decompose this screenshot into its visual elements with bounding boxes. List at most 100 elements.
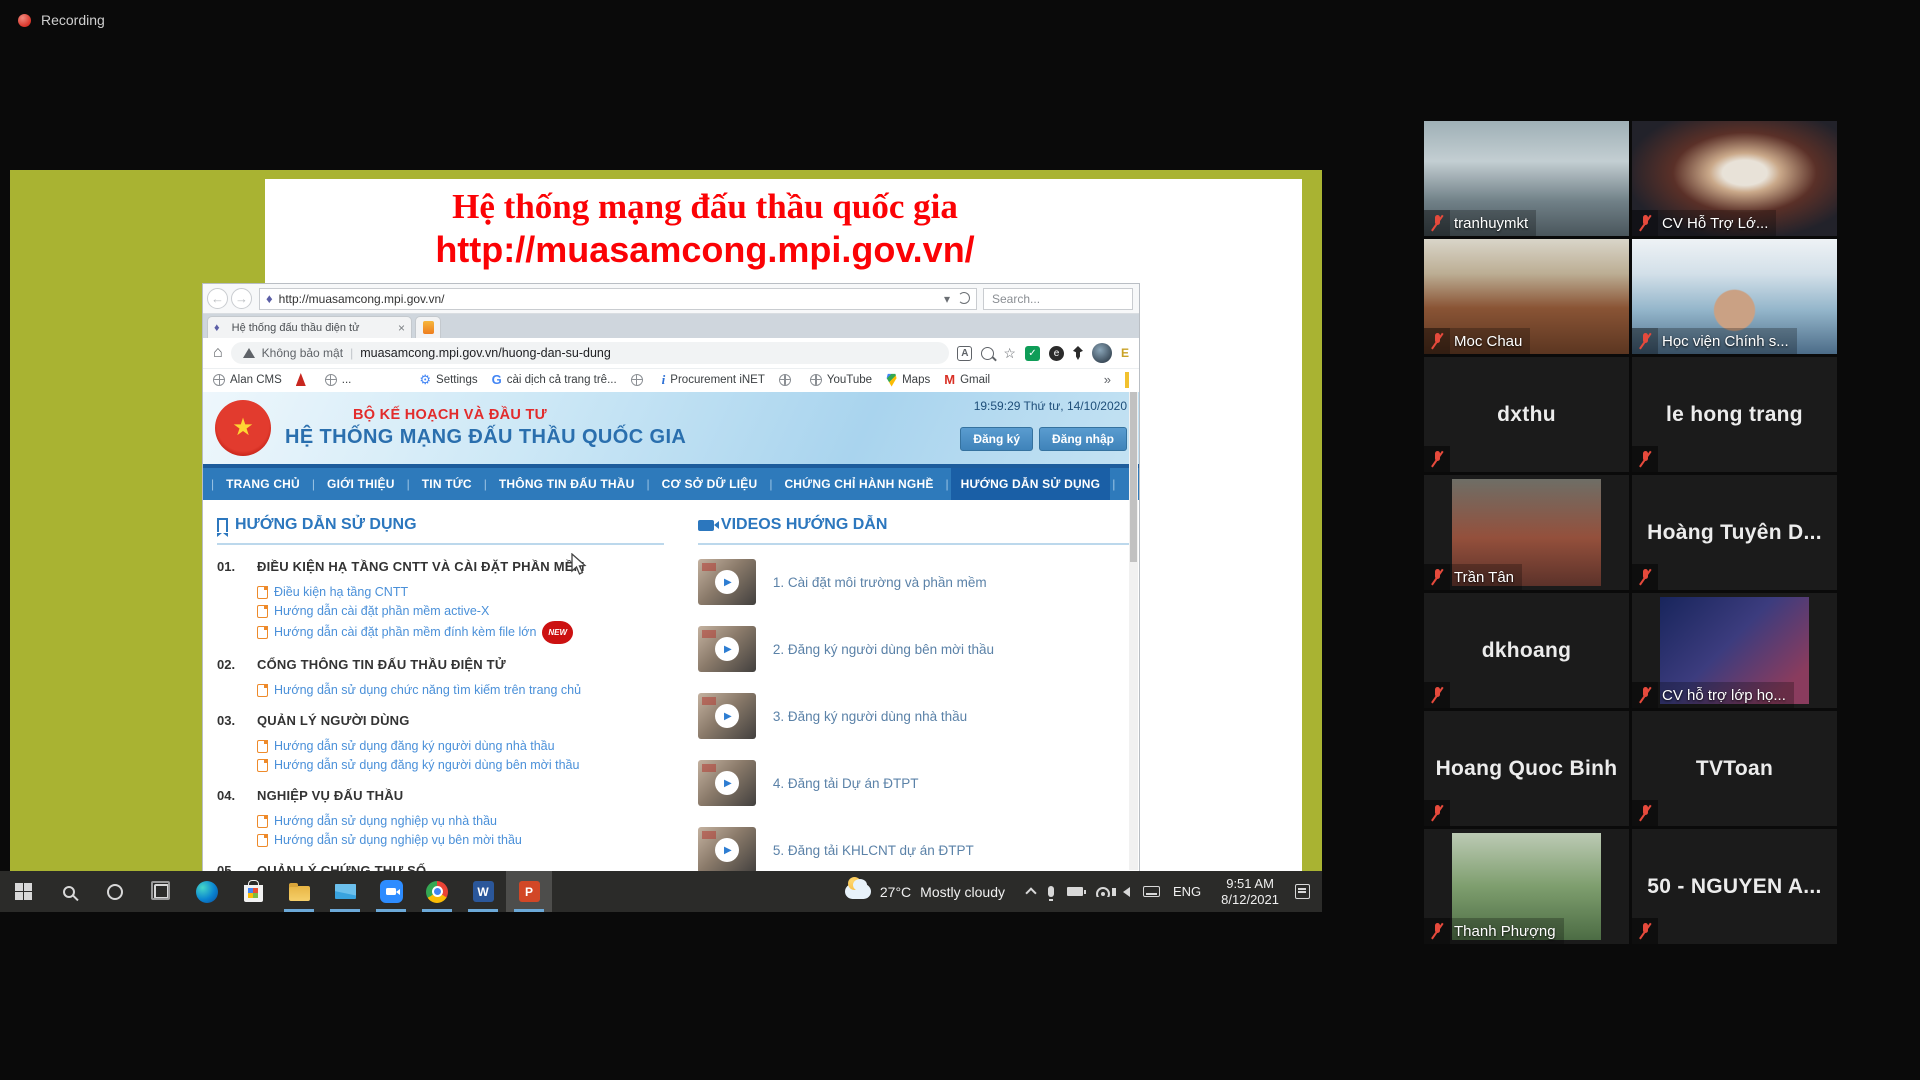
speaker-icon[interactable] <box>1123 887 1130 897</box>
guide-link-text[interactable]: Hướng dẫn sử dụng nghiệp vụ nhà thầu <box>274 812 497 831</box>
guide-link-text[interactable]: Hướng dẫn sử dụng đăng ký người dùng bên… <box>274 756 579 775</box>
play-icon[interactable]: ▶ <box>715 637 739 661</box>
forward-button[interactable]: → <box>231 288 252 309</box>
language-indicator[interactable]: ENG <box>1173 884 1201 899</box>
participant-tile[interactable]: Học viện Chính s... <box>1632 239 1837 354</box>
nav-item[interactable]: CHỨNG CHỈ HÀNH NGHỀ <box>774 468 943 500</box>
guide-pdf-link[interactable]: Hướng dẫn sử dụng đăng ký người dùng nhà… <box>257 737 664 756</box>
extensions-pin-icon[interactable] <box>1073 346 1083 360</box>
participant-tile[interactable]: Hoàng Tuyên D... <box>1632 475 1837 590</box>
video-title[interactable]: 3. Đăng ký người dùng nhà thầu <box>773 709 967 724</box>
video-thumbnail[interactable]: ▶ <box>698 693 756 739</box>
participant-tile[interactable]: Thanh Phượng <box>1424 829 1629 944</box>
word-button[interactable]: W <box>460 871 506 912</box>
bookmarks-overflow-icon[interactable]: » <box>1104 372 1111 387</box>
wifi-icon[interactable] <box>1096 887 1110 897</box>
video-thumbnail[interactable]: ▶ <box>698 559 756 605</box>
participant-tile[interactable]: CV hỗ trợ lớp họ... <box>1632 593 1837 708</box>
nav-item[interactable]: HƯỚNG DẪN SỬ DỤNG <box>951 468 1111 500</box>
bookmark-item[interactable]: Alan CMS <box>213 374 282 386</box>
guide-link-text[interactable]: Hướng dẫn sử dụng nghiệp vụ bên mời thầu <box>274 831 522 850</box>
tab-close-icon[interactable]: × <box>398 321 405 335</box>
guide-pdf-link[interactable]: Hướng dẫn cài đặt phần mềm active-X <box>257 602 664 621</box>
page-scrollbar[interactable] <box>1129 392 1138 870</box>
file-explorer-button[interactable] <box>276 871 322 912</box>
participant-tile[interactable]: Moc Chau <box>1424 239 1629 354</box>
guide-pdf-link[interactable]: Điều kiện hạ tầng CNTT <box>257 583 664 602</box>
browser-tab[interactable]: ♦ Hệ thống đấu thầu điện tử × <box>207 316 412 338</box>
guide-pdf-link[interactable]: Hướng dẫn cài đặt phần mềm đính kèm file… <box>257 621 664 644</box>
cortana-button[interactable] <box>92 871 138 912</box>
participant-tile[interactable]: TVToan <box>1632 711 1837 826</box>
participant-tile[interactable]: CV Hỗ Trợ Lớ... <box>1632 121 1837 236</box>
play-icon[interactable]: ▶ <box>715 838 739 862</box>
bookmark-item[interactable]: YouTube <box>810 374 872 386</box>
play-icon[interactable]: ▶ <box>715 771 739 795</box>
video-thumbnail[interactable]: ▶ <box>698 626 756 672</box>
guide-link-text[interactable]: Hướng dẫn sử dụng đăng ký người dùng nhà… <box>274 737 555 756</box>
scrollbar-thumb[interactable] <box>1130 392 1137 562</box>
translate-icon[interactable]: A <box>957 346 972 361</box>
home-icon[interactable]: ⌂ <box>213 344 223 362</box>
video-title[interactable]: 5. Đăng tải KHLCNT dự án ĐTPT <box>773 843 974 858</box>
edge-button[interactable] <box>184 871 230 912</box>
guide-link-text[interactable]: Hướng dẫn cài đặt phần mềm active-X <box>274 602 489 621</box>
extension-green-icon[interactable]: ✓ <box>1025 346 1040 361</box>
store-button[interactable] <box>230 871 276 912</box>
nav-item[interactable]: TRANG CHỦ <box>216 468 310 500</box>
guide-link-text[interactable]: Điều kiện hạ tầng CNTT <box>274 583 408 602</box>
video-guide-item[interactable]: ▶ 1. Cài đặt môi trường và phần mềm <box>698 559 1129 605</box>
participant-tile[interactable]: Trần Tân <box>1424 475 1629 590</box>
bookmark-item[interactable]: Maps <box>886 373 930 387</box>
guide-pdf-link[interactable]: Hướng dẫn sử dụng nghiệp vụ nhà thầu <box>257 812 664 831</box>
bookmark-star-icon[interactable]: ☆ <box>1003 345 1016 362</box>
video-guide-item[interactable]: ▶ 3. Đăng ký người dùng nhà thầu <box>698 693 1129 739</box>
register-button[interactable]: Đăng ký <box>960 427 1033 451</box>
bookmark-item[interactable]: i Procurement iNET <box>662 372 765 388</box>
play-icon[interactable]: ▶ <box>715 570 739 594</box>
nav-item[interactable]: CƠ SỞ DỮ LIỆU <box>652 468 768 500</box>
participant-tile[interactable]: 50 - NGUYEN A... <box>1632 829 1837 944</box>
taskbar-clock[interactable]: 9:51 AM 8/12/2021 <box>1211 876 1289 908</box>
participant-tile[interactable]: tranhuymkt <box>1424 121 1629 236</box>
video-thumbnail[interactable]: ▶ <box>698 760 756 806</box>
nav-item[interactable]: THÔNG TIN ĐẤU THẦU <box>489 468 645 500</box>
play-icon[interactable]: ▶ <box>715 704 739 728</box>
chrome-button[interactable] <box>414 871 460 912</box>
nav-item[interactable]: TIN TỨC <box>412 468 482 500</box>
bookmark-item[interactable]: M Gmail <box>944 372 990 387</box>
battery-icon[interactable] <box>1067 887 1083 896</box>
video-thumbnail[interactable]: ▶ <box>698 827 756 871</box>
ie-search-box[interactable]: Search... <box>983 288 1133 310</box>
bookmark-item[interactable] <box>296 373 311 386</box>
action-center-icon[interactable] <box>1295 884 1310 899</box>
participant-tile[interactable]: Hoang Quoc Binh <box>1424 711 1629 826</box>
back-button[interactable]: ← <box>207 288 228 309</box>
bookmark-item[interactable]: G cài dịch cả trang trê... <box>492 372 617 387</box>
task-view-button[interactable] <box>138 871 184 912</box>
bookmark-item[interactable] <box>779 374 796 386</box>
bookmark-item[interactable]: ... <box>325 374 352 386</box>
extension-dark-icon[interactable]: e <box>1049 346 1064 361</box>
address-bar[interactable]: Không bảo mật | muasamcong.mpi.gov.vn/hu… <box>231 342 950 364</box>
video-title[interactable]: 4. Đăng tải Dự án ĐTPT <box>773 776 919 791</box>
mail-button[interactable] <box>322 871 368 912</box>
video-guide-item[interactable]: ▶ 5. Đăng tải KHLCNT dự án ĐTPT <box>698 827 1129 871</box>
ie-url-field[interactable]: ♦ http://muasamcong.mpi.gov.vn/ ▾ <box>259 288 977 310</box>
guide-pdf-link[interactable]: Hướng dẫn sử dụng chức năng tìm kiếm trê… <box>257 681 664 700</box>
touch-keyboard-icon[interactable] <box>1143 886 1160 897</box>
login-button[interactable]: Đăng nhập <box>1039 427 1127 451</box>
video-title[interactable]: 1. Cài đặt môi trường và phần mềm <box>773 575 987 590</box>
profile-avatar[interactable] <box>1092 343 1112 363</box>
guide-link-text[interactable]: Hướng dẫn sử dụng chức năng tìm kiếm trê… <box>274 681 581 700</box>
bookmark-item[interactable] <box>631 374 648 386</box>
bookmark-item[interactable]: ⚙ Settings <box>419 372 477 388</box>
participant-tile[interactable]: dkhoang <box>1424 593 1629 708</box>
participant-tile[interactable]: le hong trang <box>1632 357 1837 472</box>
guide-link-text[interactable]: Hướng dẫn cài đặt phần mềm đính kèm file… <box>274 623 536 642</box>
video-guide-item[interactable]: ▶ 2. Đăng ký người dùng bên mời thầu <box>698 626 1129 672</box>
participant-tile[interactable]: dxthu <box>1424 357 1629 472</box>
tray-expand-icon[interactable] <box>1025 887 1036 898</box>
microphone-tray-icon[interactable] <box>1048 886 1054 897</box>
search-button[interactable] <box>46 871 92 912</box>
